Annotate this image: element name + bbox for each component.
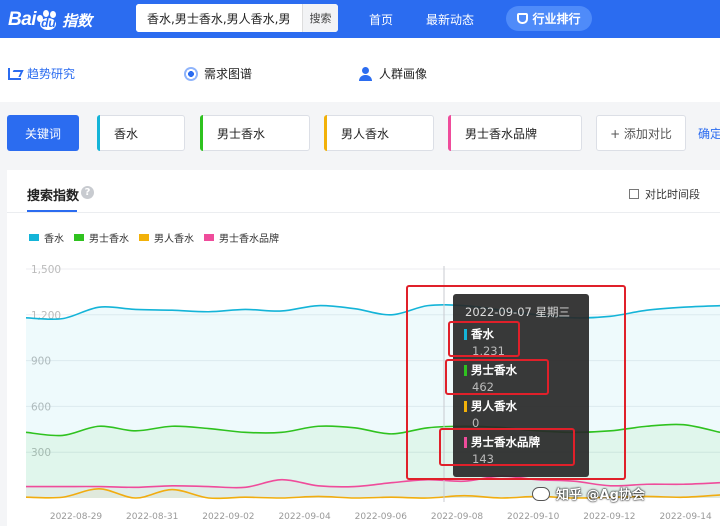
- watermark: 知乎 @Ag协会: [532, 484, 645, 503]
- x-tick-label: 2022-08-29: [50, 512, 103, 522]
- annotation-box-item-2: [445, 359, 549, 395]
- x-tick-label: 2022-09-08: [431, 512, 484, 522]
- logo-du: du: [41, 16, 56, 30]
- x-tick-label: 2022-09-04: [278, 512, 331, 522]
- x-tick-label: 2022-09-06: [355, 512, 408, 522]
- x-tick-label: 2022-09-14: [659, 512, 712, 522]
- x-tick-label: 2022-09-02: [202, 512, 254, 522]
- annotation-box-item-4: [439, 428, 575, 466]
- x-tick-label: 2022-09-10: [507, 512, 560, 522]
- annotation-box-item-1: [448, 321, 520, 357]
- x-tick-label: 2022-09-12: [583, 512, 635, 522]
- x-tick-label: 2022-08-31: [126, 512, 178, 522]
- chat-bubble-icon: [532, 486, 550, 501]
- watermark-text: 知乎 @Ag协会: [556, 488, 645, 503]
- y-tick-label: 1,500: [31, 264, 61, 276]
